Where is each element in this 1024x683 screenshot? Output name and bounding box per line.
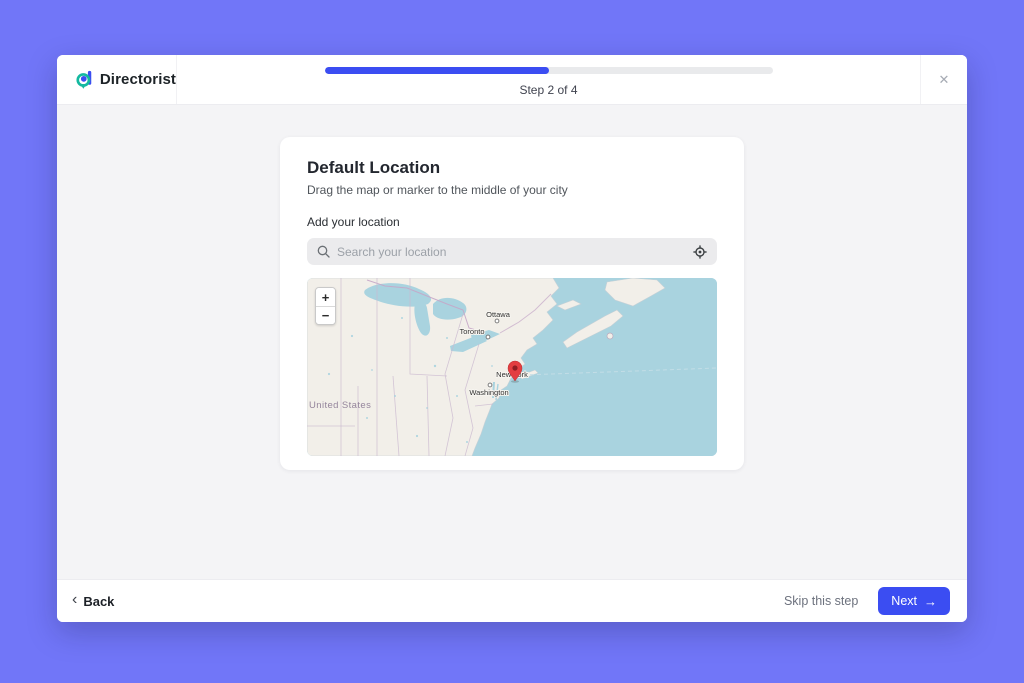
- footer-actions: Skip this step Next →: [784, 587, 950, 615]
- brand-name: Directorist: [100, 71, 176, 88]
- location-search-box: [307, 238, 717, 265]
- city-dot-washington: [488, 383, 492, 387]
- search-icon: [317, 245, 330, 258]
- progress-section: Step 2 of 4: [177, 55, 920, 104]
- card-title: Default Location: [307, 158, 717, 178]
- skip-step-button[interactable]: Skip this step: [784, 594, 858, 608]
- chevron-left-icon: ‹: [72, 592, 77, 610]
- zoom-out-icon: −: [322, 309, 330, 322]
- location-map[interactable]: Ottawa Toronto New York Washington Unite…: [307, 278, 717, 456]
- zoom-in-button[interactable]: +: [316, 288, 335, 306]
- default-location-card: Default Location Drag the map or marker …: [280, 137, 744, 470]
- card-subtitle: Drag the map or marker to the middle of …: [307, 183, 717, 197]
- map-label-toronto: Toronto: [459, 327, 484, 336]
- close-button[interactable]: ✕: [920, 55, 967, 104]
- arrow-right-icon: →: [924, 595, 937, 608]
- map-label-ottawa: Ottawa: [486, 310, 511, 319]
- next-button-label: Next: [891, 594, 917, 608]
- city-dot-ottawa: [495, 319, 499, 323]
- zoom-in-icon: +: [322, 291, 330, 304]
- wizard-content: Default Location Drag the map or marker …: [57, 105, 967, 579]
- location-field-label: Add your location: [307, 215, 717, 229]
- city-dot-toronto: [486, 335, 490, 339]
- map-label-washington: Washington: [469, 388, 508, 397]
- next-button[interactable]: Next →: [878, 587, 950, 615]
- progress-bar: [325, 67, 773, 74]
- zoom-out-button[interactable]: −: [316, 306, 335, 324]
- locate-me-button[interactable]: [693, 245, 707, 259]
- map-label-country: United States: [309, 400, 371, 411]
- map-zoom-control: + −: [315, 287, 336, 325]
- step-indicator: Step 2 of 4: [177, 83, 920, 97]
- wizard-header: Directorist Step 2 of 4 ✕: [57, 55, 967, 105]
- back-button-label: Back: [83, 594, 114, 609]
- progress-bar-fill: [325, 67, 549, 74]
- wizard-footer: ‹ Back Skip this step Next →: [57, 579, 967, 622]
- directorist-logo-icon: [76, 67, 93, 93]
- map-basemap: Ottawa Toronto New York Washington Unite…: [307, 278, 717, 456]
- setup-wizard-modal: Directorist Step 2 of 4 ✕ Default Locati…: [57, 55, 967, 622]
- crosshair-icon: [693, 245, 707, 259]
- search-input[interactable]: [337, 245, 686, 259]
- back-button[interactable]: ‹ Back: [72, 592, 114, 610]
- close-icon: ✕: [939, 72, 950, 88]
- brand-logo: Directorist: [57, 55, 177, 104]
